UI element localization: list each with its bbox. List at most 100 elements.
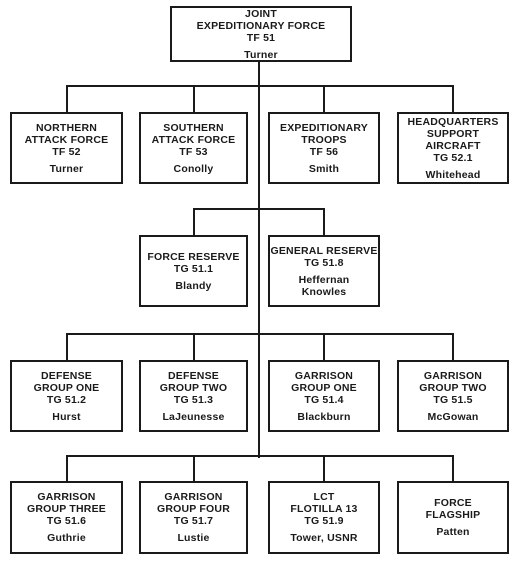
node-title-line: GROUP FOUR bbox=[157, 503, 230, 515]
node-title-line: DEFENSE bbox=[41, 369, 92, 382]
drop-line-tg518 bbox=[323, 208, 325, 235]
node-commander: Heffernan Knowles bbox=[299, 274, 350, 298]
org-chart: JOINT EXPEDITIONARY FORCE TF 51 Turner NORTH… bbox=[0, 0, 520, 565]
node-commander: Guthrie bbox=[47, 532, 86, 544]
node-commander: Patten bbox=[436, 526, 469, 538]
commander-name: Blackburn bbox=[297, 410, 351, 423]
org-node-tg515: GARRISON GROUP TWO TG 51.5 McGowan bbox=[397, 360, 509, 432]
node-designation: TG 51.9 bbox=[304, 515, 344, 527]
drop-line-tg521 bbox=[452, 85, 454, 112]
node-commander: Turner bbox=[244, 49, 278, 61]
node-designation: TF 56 bbox=[309, 145, 339, 158]
commander-name: Patten bbox=[436, 526, 470, 538]
org-node-tg516: GARRISON GROUP THREE TG 51.6 Guthrie bbox=[10, 481, 123, 554]
org-node-tg511: FORCE RESERVE TG 51.1 Blandy bbox=[139, 235, 248, 307]
org-node-tf53: SOUTHERN ATTACK FORCE TF 53 Conolly bbox=[139, 112, 248, 184]
node-commander: McGowan bbox=[428, 411, 479, 423]
drop-line-flagship bbox=[452, 455, 454, 481]
node-designation: TG 51.1 bbox=[173, 262, 214, 275]
node-title-line: JOINT bbox=[245, 7, 277, 20]
node-title-line: LCT bbox=[313, 491, 335, 503]
node-title-line: GARRISON bbox=[164, 491, 223, 503]
node-commander: Blandy bbox=[175, 280, 211, 292]
node-title-line: HEADQUARTERS bbox=[407, 115, 499, 128]
node-title-line: DEFENSE bbox=[168, 369, 219, 382]
commander-name: Guthrie bbox=[47, 532, 86, 544]
commander-name: Smith bbox=[308, 162, 340, 175]
node-commander: Conolly bbox=[174, 163, 214, 175]
commander-name: Knowles bbox=[301, 285, 347, 298]
node-commander: Smith bbox=[309, 163, 339, 175]
node-commander: Whitehead bbox=[426, 169, 481, 181]
node-title-line: NORTHERN bbox=[35, 121, 98, 134]
node-designation: TG 51.3 bbox=[173, 393, 214, 406]
node-title-line: FLAGSHIP bbox=[425, 509, 481, 521]
org-node-tf56: EXPEDITIONARY TROOPS TF 56 Smith bbox=[268, 112, 380, 184]
node-title-line: GARRISON bbox=[423, 369, 483, 382]
node-designation: TF 52 bbox=[52, 145, 81, 158]
node-commander: Turner bbox=[50, 163, 84, 175]
commander-name: Hurst bbox=[52, 410, 81, 423]
row-3-bus-line bbox=[66, 333, 454, 335]
drop-line-tg513 bbox=[193, 333, 195, 360]
org-node-tg517: GARRISON GROUP FOUR TG 51.7 Lustie bbox=[139, 481, 248, 554]
org-node-tg513: DEFENSE GROUP TWO TG 51.3 LaJeunesse bbox=[139, 360, 248, 432]
trunk-connector bbox=[258, 60, 260, 458]
commander-name: Turner bbox=[49, 162, 84, 175]
node-commander: Blackburn bbox=[297, 411, 350, 423]
org-node-tg519: LCT FLOTILLA 13 TG 51.9 Tower, USNR bbox=[268, 481, 380, 554]
commander-name: Turner bbox=[244, 48, 278, 61]
drop-line-tf56 bbox=[323, 85, 325, 112]
node-commander: LaJeunesse bbox=[162, 411, 224, 423]
row-2-bus-line bbox=[193, 208, 325, 210]
commander-name: Blandy bbox=[175, 279, 212, 292]
org-node-tg521: HEADQUARTERS SUPPORT AIRCRAFT TG 52.1 White… bbox=[397, 112, 509, 184]
node-designation: TG 51.8 bbox=[304, 256, 344, 269]
drop-line-tg516 bbox=[66, 455, 68, 481]
node-title-line: ATTACK FORCE bbox=[151, 133, 236, 146]
commander-name: LaJeunesse bbox=[162, 410, 225, 423]
node-title-line: SUPPORT AIRCRAFT bbox=[425, 127, 481, 152]
node-designation: TG 52.1 bbox=[433, 151, 473, 164]
node-title-line: FORCE RESERVE bbox=[147, 250, 240, 263]
commander-name: Whitehead bbox=[425, 168, 481, 181]
commander-name: McGowan bbox=[427, 410, 479, 423]
row-1-bus-line bbox=[66, 85, 454, 87]
node-title-line: GROUP ONE bbox=[33, 381, 100, 394]
node-title-line: SOUTHERN bbox=[163, 121, 224, 134]
node-title-line: ATTACK FORCE bbox=[24, 133, 109, 146]
node-title-line: EXPEDITIONARY bbox=[280, 121, 368, 134]
drop-line-tg517 bbox=[193, 455, 195, 481]
node-commander: Tower, USNR bbox=[290, 532, 357, 544]
node-commander: Lustie bbox=[177, 532, 209, 544]
node-commander: Hurst bbox=[52, 411, 80, 423]
org-node-tg518: GENERAL RESERVE TG 51.8 Heffernan Knowles bbox=[268, 235, 380, 307]
row-4-bus-line bbox=[66, 455, 454, 457]
node-title-line: GARRISON bbox=[294, 369, 354, 382]
drop-line-tg512 bbox=[66, 333, 68, 360]
org-node-tg514: GARRISON GROUP ONE TG 51.4 Blackburn bbox=[268, 360, 380, 432]
drop-line-tg511 bbox=[193, 208, 195, 235]
node-designation: TG 51.2 bbox=[46, 393, 87, 406]
node-title-line: GENERAL RESERVE bbox=[270, 244, 378, 257]
node-title-line: FLOTILLA 13 bbox=[290, 503, 358, 515]
node-title-line: GARRISON bbox=[37, 491, 96, 503]
node-designation: TF 51 bbox=[246, 31, 276, 44]
node-title-line: GROUP TWO bbox=[159, 381, 228, 394]
node-title-line: TROOPS bbox=[301, 133, 347, 146]
drop-line-tg515 bbox=[452, 333, 454, 360]
node-title-line: GROUP THREE bbox=[26, 503, 107, 515]
commander-name: Heffernan bbox=[298, 273, 350, 286]
commander-name: Tower, USNR bbox=[290, 532, 358, 544]
org-node-tg512: DEFENSE GROUP ONE TG 51.2 Hurst bbox=[10, 360, 123, 432]
node-designation: TG 51.6 bbox=[46, 515, 87, 527]
drop-line-tf53 bbox=[193, 85, 195, 112]
commander-name: Lustie bbox=[177, 532, 210, 544]
node-title-line: GROUP TWO bbox=[419, 381, 487, 394]
node-title-line: EXPEDITIONARY FORCE bbox=[196, 19, 326, 32]
org-node-flagship: FORCE FLAGSHIP Patten bbox=[397, 481, 509, 554]
commander-name: Conolly bbox=[173, 162, 214, 175]
node-title-line: GROUP ONE bbox=[291, 381, 357, 394]
node-designation: TG 51.7 bbox=[173, 515, 214, 527]
org-node-tf52: NORTHERN ATTACK FORCE TF 52 Turner bbox=[10, 112, 123, 184]
